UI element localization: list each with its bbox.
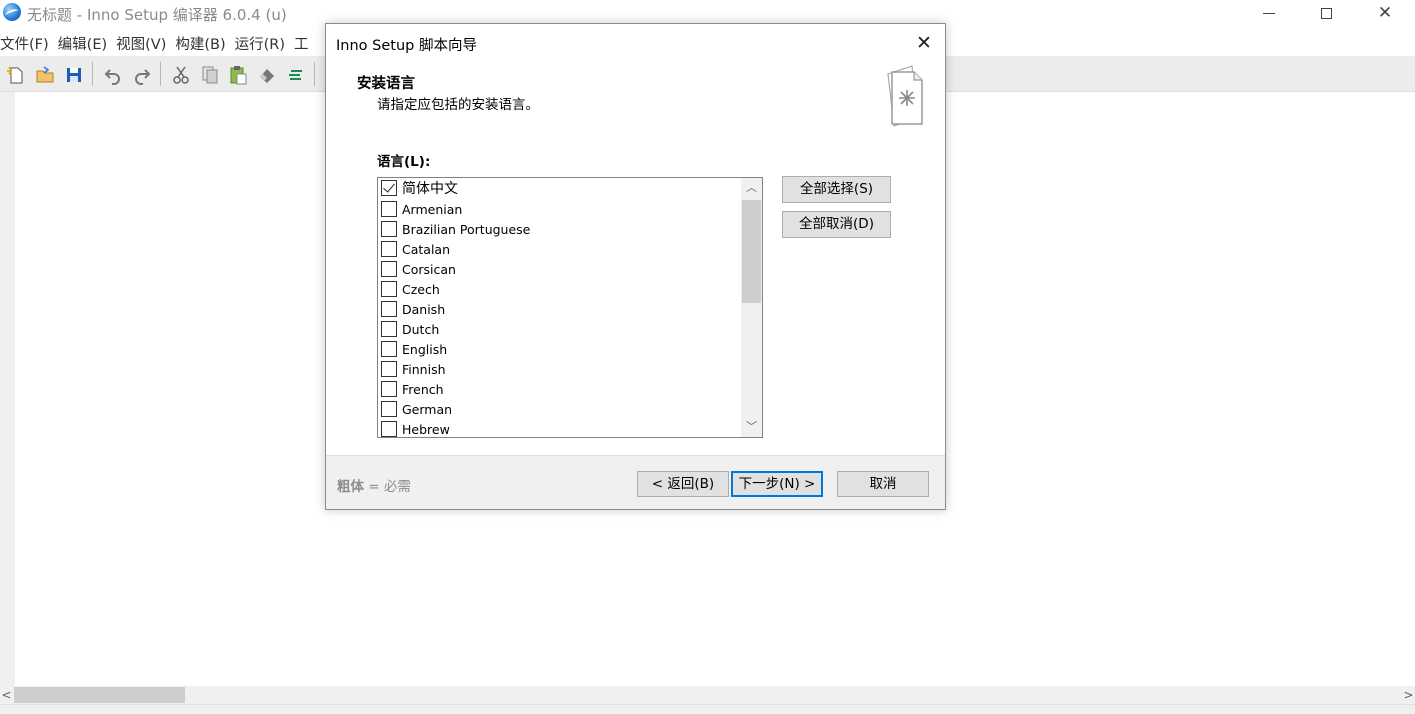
list-item[interactable]: Hebrew (378, 419, 740, 437)
copy-icon[interactable] (200, 65, 220, 85)
checkbox[interactable] (381, 201, 397, 217)
list-item[interactable]: English (378, 339, 740, 359)
list-item[interactable]: Dutch (378, 319, 740, 339)
maximize-button[interactable] (1297, 0, 1355, 26)
open-file-icon[interactable] (35, 65, 55, 85)
menu-edit[interactable]: 编辑(E) (57, 33, 114, 54)
window-title: 无标题 - Inno Setup 编译器 6.0.4 (u) (27, 6, 287, 24)
scroll-down-icon[interactable]: ﹀ (741, 417, 762, 437)
horizontal-scrollbar[interactable]: < > (0, 686, 1415, 704)
language-name: Corsican (402, 261, 456, 277)
checkbox[interactable] (381, 301, 397, 317)
language-name: Danish (402, 301, 446, 317)
required-legend: 粗体 = 必需 (337, 475, 411, 495)
languages-label: 语言(L): (377, 154, 431, 170)
undo-icon[interactable] (103, 65, 123, 85)
checkbox[interactable] (381, 261, 397, 277)
required-legend-text: = 必需 (364, 479, 411, 495)
dialog-title: Inno Setup 脚本向导 (336, 38, 477, 54)
checkbox[interactable] (381, 221, 397, 237)
redo-icon[interactable] (132, 65, 152, 85)
languages-list[interactable]: 简体中文 Armenian Brazilian Portuguese Catal… (377, 177, 763, 438)
toolbar-separator (314, 62, 315, 86)
list-item[interactable]: Finnish (378, 359, 740, 379)
minimize-icon (1263, 12, 1275, 14)
maximize-icon (1320, 7, 1332, 19)
page-subheading: 请指定应包括的安装语言。 (377, 97, 539, 113)
back-button[interactable]: < 返回(B) (637, 471, 729, 497)
list-item[interactable]: French (378, 379, 740, 399)
list-item[interactable]: Armenian (378, 199, 740, 219)
status-bar (0, 704, 1415, 714)
scroll-left-icon[interactable]: < (0, 686, 13, 704)
cancel-button[interactable]: 取消 (837, 471, 929, 497)
script-wizard-dialog: Inno Setup 脚本向导 ✕ 安装语言 请指定应包括的安装语言。 语言(L… (325, 23, 946, 510)
menu-tools[interactable]: 工 (293, 33, 316, 54)
dialog-close-button[interactable]: ✕ (904, 30, 944, 56)
format-icon[interactable] (286, 65, 306, 85)
checkbox[interactable] (381, 241, 397, 257)
next-button[interactable]: 下一步(N) > (731, 471, 823, 497)
close-button[interactable]: ✕ (1356, 0, 1414, 26)
wizard-document-icon (887, 65, 923, 127)
language-name: Catalan (402, 241, 451, 257)
language-name: Hebrew (402, 421, 450, 437)
minimize-button[interactable] (1240, 0, 1298, 26)
menu-bar: 文件(F) 编辑(E) 视图(V) 构建(B) 运行(R) 工 (0, 30, 317, 56)
language-name: Dutch (402, 321, 440, 337)
menu-file[interactable]: 文件(F) (0, 33, 56, 54)
checkbox[interactable] (381, 381, 397, 397)
checkbox[interactable] (381, 401, 397, 417)
dialog-title-bar: Inno Setup 脚本向导 ✕ (326, 24, 945, 62)
erase-icon[interactable] (257, 65, 277, 85)
page-heading: 安装语言 (357, 76, 415, 92)
paste-icon[interactable] (228, 65, 248, 85)
dialog-footer: 粗体 = 必需 < 返回(B) 下一步(N) > 取消 (326, 455, 945, 509)
language-name: Czech (402, 281, 440, 297)
scroll-up-icon[interactable]: ︿ (741, 178, 762, 198)
language-name: French (402, 381, 444, 397)
scrollbar-thumb[interactable] (14, 687, 185, 703)
language-name: Armenian (402, 201, 463, 217)
list-item[interactable]: Danish (378, 299, 740, 319)
select-all-button[interactable]: 全部选择(S) (782, 176, 891, 203)
list-item[interactable]: Brazilian Portuguese (378, 219, 740, 239)
menu-build[interactable]: 构建(B) (174, 33, 232, 54)
checkbox[interactable] (381, 341, 397, 357)
scroll-right-icon[interactable]: > (1402, 686, 1415, 704)
new-file-icon[interactable] (6, 65, 26, 85)
checkbox[interactable] (381, 361, 397, 377)
cut-icon[interactable] (171, 65, 191, 85)
language-name: Finnish (402, 361, 446, 377)
language-name: Brazilian Portuguese (402, 221, 531, 237)
list-item[interactable]: Corsican (378, 259, 740, 279)
language-name: 简体中文 (402, 181, 458, 197)
language-name: English (402, 341, 448, 357)
editor-gutter (0, 92, 15, 686)
list-item[interactable]: 简体中文 (378, 178, 740, 198)
toolbar-separator (92, 62, 93, 86)
deselect-all-button[interactable]: 全部取消(D) (782, 211, 891, 238)
app-icon (3, 3, 21, 21)
language-name: German (402, 401, 453, 417)
scrollbar-thumb[interactable] (742, 200, 761, 303)
toolbar-separator (160, 62, 161, 86)
required-legend-bold: 粗体 (337, 479, 364, 495)
list-item[interactable]: German (378, 399, 740, 419)
checkbox[interactable] (381, 281, 397, 297)
checkbox-checked[interactable] (381, 180, 397, 196)
checkbox[interactable] (381, 421, 397, 437)
checkbox[interactable] (381, 321, 397, 337)
menu-view[interactable]: 视图(V) (115, 33, 173, 54)
list-vertical-scrollbar[interactable]: ︿ ﹀ (741, 178, 762, 437)
menu-run[interactable]: 运行(R) (234, 33, 292, 54)
list-item[interactable]: Catalan (378, 239, 740, 259)
list-item[interactable]: Czech (378, 279, 740, 299)
save-icon[interactable] (64, 65, 84, 85)
